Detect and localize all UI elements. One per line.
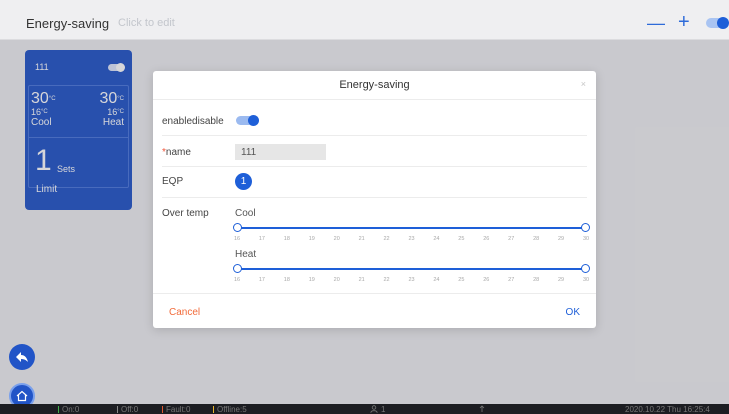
user-icon xyxy=(370,405,378,413)
tick-label: 19 xyxy=(308,277,315,283)
heat-slider-label: Heat xyxy=(235,249,257,260)
app-header: Energy-saving Click to edit — + xyxy=(0,0,729,40)
cool-tick-labels: 16 17 18 19 20 21 22 23 24 25 26 27 28 29 30 xyxy=(233,236,590,244)
heat-tick-labels: 16 17 18 19 20 21 22 23 24 25 26 27 28 29 30 xyxy=(233,277,590,285)
cool-range-slider[interactable] xyxy=(233,223,590,233)
tick-label: 16 xyxy=(233,277,241,283)
tick-label: 26 xyxy=(483,277,490,283)
name-input[interactable] xyxy=(235,144,326,160)
user-count-text: 1 xyxy=(381,405,386,414)
dialog-title: Energy-saving xyxy=(339,79,410,91)
tick-label: 24 xyxy=(433,277,440,283)
tick-label: 21 xyxy=(358,236,365,242)
slider-min-handle[interactable] xyxy=(233,264,242,273)
status-bar: On:0 Off:0 Fault:0 Offline:5 1 2020.10.2… xyxy=(0,404,729,414)
heat-range-slider[interactable] xyxy=(233,264,590,274)
tick-label: 29 xyxy=(558,236,565,242)
tick-label: 29 xyxy=(558,277,565,283)
tick-label: 20 xyxy=(333,236,340,242)
divider xyxy=(162,197,587,198)
status-fault-text: Fault:0 xyxy=(166,405,191,414)
tick-label: 21 xyxy=(358,277,365,283)
header-toggle[interactable] xyxy=(706,17,729,29)
status-offline-text: Offline:5 xyxy=(217,405,247,414)
close-icon[interactable]: × xyxy=(581,79,586,89)
name-label: *name xyxy=(162,147,191,158)
antenna-icon xyxy=(478,405,486,414)
slider-max-handle[interactable] xyxy=(581,223,590,232)
slider-max-handle[interactable] xyxy=(581,264,590,273)
tick-label: 24 xyxy=(433,236,440,242)
tick-label: 17 xyxy=(258,236,265,242)
tick-label: 18 xyxy=(283,277,290,283)
tick-label: 28 xyxy=(533,277,540,283)
cool-slider-label: Cool xyxy=(235,208,256,219)
tick-label: 20 xyxy=(333,277,340,283)
cancel-button[interactable]: Cancel xyxy=(169,307,200,318)
status-datetime: 2020.10.22 Thu 16:25:4 xyxy=(625,405,710,414)
status-offline: Offline:5 xyxy=(213,405,247,414)
divider xyxy=(162,166,587,167)
home-icon xyxy=(16,390,28,402)
tick-label: 26 xyxy=(483,236,490,242)
name-label-text: name xyxy=(165,147,191,158)
over-temp-label: Over temp xyxy=(162,208,209,219)
status-off-text: Off:0 xyxy=(121,405,139,414)
ok-button[interactable]: OK xyxy=(566,307,580,318)
eqp-count-badge[interactable]: 1 xyxy=(235,173,252,190)
tick-label: 18 xyxy=(283,236,290,242)
back-arrow-icon xyxy=(16,352,28,362)
divider xyxy=(153,99,596,100)
tick-label: 25 xyxy=(458,236,465,242)
tick-label: 30 xyxy=(582,236,590,242)
tick-label: 25 xyxy=(458,277,465,283)
back-button[interactable] xyxy=(9,344,35,370)
enable-toggle[interactable] xyxy=(236,115,259,126)
minus-button[interactable]: — xyxy=(647,14,665,32)
user-count: 1 xyxy=(370,405,385,414)
tick-label: 19 xyxy=(308,236,315,242)
status-on: On:0 xyxy=(58,405,79,414)
tick-label: 30 xyxy=(582,277,590,283)
eqp-label: EQP xyxy=(162,176,184,187)
slider-track xyxy=(237,268,586,270)
status-fault: Fault:0 xyxy=(162,405,190,414)
divider xyxy=(162,135,587,136)
plus-button[interactable]: + xyxy=(678,12,690,32)
edit-hint-link[interactable]: Click to edit xyxy=(118,17,175,29)
enable-label: enabledisable xyxy=(162,116,224,127)
tick-label: 27 xyxy=(508,277,515,283)
divider xyxy=(153,293,596,294)
energy-saving-dialog: Energy-saving × enabledisable *name EQP … xyxy=(153,71,596,328)
tick-label: 23 xyxy=(408,236,415,242)
status-off: Off:0 xyxy=(117,405,138,414)
slider-min-handle[interactable] xyxy=(233,223,242,232)
tick-label: 22 xyxy=(383,277,390,283)
tick-label: 28 xyxy=(533,236,540,242)
status-on-text: On:0 xyxy=(62,405,80,414)
tick-label: 17 xyxy=(258,277,265,283)
page-title: Energy-saving xyxy=(26,16,110,31)
tick-label: 23 xyxy=(408,277,415,283)
tick-label: 16 xyxy=(233,236,241,242)
tick-label: 27 xyxy=(508,236,515,242)
tick-label: 22 xyxy=(383,236,390,242)
slider-track xyxy=(237,227,586,229)
